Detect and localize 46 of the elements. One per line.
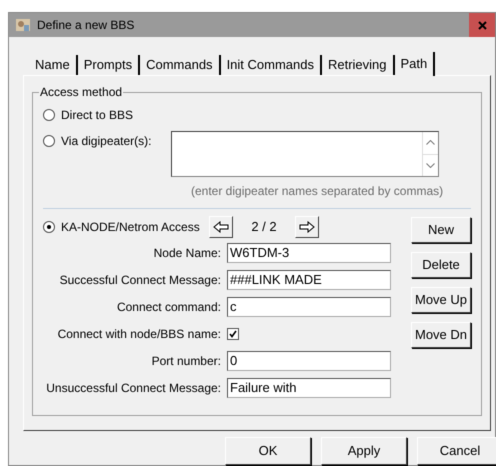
left-arrow-icon xyxy=(213,220,229,233)
digipeater-field[interactable] xyxy=(171,130,439,177)
input-field[interactable]: Failure with xyxy=(227,378,391,398)
window-title: Define a new BBS xyxy=(37,17,134,34)
input-field[interactable]: ###LINK MADE xyxy=(227,270,391,290)
tab[interactable]: Name xyxy=(29,54,78,75)
right-arrow-icon xyxy=(299,220,315,233)
page-counter: 2 / 2 xyxy=(250,218,278,236)
field-label: Node Name: xyxy=(152,244,222,262)
tab[interactable]: Init Commands xyxy=(220,54,322,75)
scroll-down-icon xyxy=(426,162,435,168)
checkbox[interactable] xyxy=(227,328,239,340)
radio-label: KA-NODE/Netrom Access xyxy=(61,218,200,236)
scrollbar[interactable] xyxy=(422,132,438,176)
next-button[interactable] xyxy=(295,216,319,238)
input-field[interactable]: 0 xyxy=(227,350,391,371)
input-field[interactable]: c xyxy=(227,296,391,317)
radio-button[interactable] xyxy=(43,108,55,121)
app-icon xyxy=(15,17,31,33)
close-button[interactable] xyxy=(469,13,495,37)
side-button[interactable]: Move Up xyxy=(411,286,471,313)
check-icon xyxy=(229,330,237,338)
dialog-button[interactable]: Cancel xyxy=(417,437,496,465)
radio-button[interactable] xyxy=(43,134,55,147)
field-label: Unsuccessful Connect Message: xyxy=(45,380,222,397)
tab[interactable]: Prompts xyxy=(78,54,140,75)
group-title: Access method xyxy=(39,84,124,99)
tab[interactable]: Path xyxy=(394,52,436,76)
radio-label: Direct to BBS xyxy=(61,106,134,124)
scroll-up-icon xyxy=(426,140,435,146)
tab[interactable]: Commands xyxy=(140,54,221,75)
radio-label: Via digipeater(s): xyxy=(61,132,152,150)
dialog-button[interactable]: Apply xyxy=(321,437,407,465)
side-button[interactable]: Move Dn xyxy=(411,322,471,348)
input-field[interactable]: W6TDM-3 xyxy=(227,242,391,263)
field-label: Successful Connect Message: xyxy=(58,272,222,289)
side-button[interactable]: New xyxy=(411,216,471,243)
field-label: Port number: xyxy=(150,352,222,370)
side-button[interactable]: Delete xyxy=(411,252,471,278)
field-label: Connect with node/BBS name: xyxy=(56,326,222,343)
radio-button[interactable] xyxy=(43,220,55,233)
hint-text: (enter digipeater names separated by commas) xyxy=(191,182,444,200)
field-label: Connect command: xyxy=(116,298,222,316)
close-icon xyxy=(478,20,486,30)
dialog-button[interactable]: OK xyxy=(225,437,311,465)
previous-button[interactable] xyxy=(209,216,233,238)
